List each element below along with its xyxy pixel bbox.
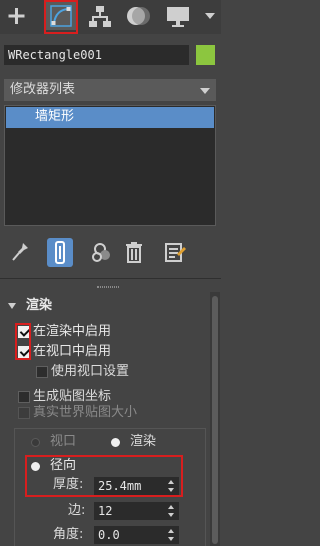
remove-modifier-icon xyxy=(126,242,142,263)
rollout-title: 渲染 xyxy=(26,298,53,313)
hierarchy-icon xyxy=(89,6,111,27)
scrollbar-thumb[interactable] xyxy=(212,296,218,544)
panel-divider xyxy=(0,278,221,279)
scrollbar-track[interactable] xyxy=(210,292,220,546)
show-end-result-icon xyxy=(55,241,65,264)
modifier-list-label: 修改器列表 xyxy=(10,82,76,97)
pin-stack-button[interactable] xyxy=(10,240,30,264)
modifier-stack-list[interactable]: 墙矩形 xyxy=(4,105,216,226)
more-chevron-icon xyxy=(205,13,215,19)
generate-mapping-coords-checkbox[interactable] xyxy=(18,391,30,403)
make-unique-button[interactable] xyxy=(90,240,114,264)
rollout-collapse-icon xyxy=(8,303,16,309)
enable-in-viewport-label: 在视口中启用 xyxy=(33,344,112,359)
remove-modifier-button[interactable] xyxy=(123,240,145,264)
real-world-map-size-checkbox[interactable] xyxy=(18,407,30,419)
generate-mapping-coords-label: 生成贴图坐标 xyxy=(33,389,112,404)
configure-modifier-sets-button[interactable] xyxy=(163,240,187,264)
stack-item-label: 墙矩形 xyxy=(35,109,75,124)
object-color-swatch[interactable] xyxy=(196,45,215,65)
use-viewport-settings-label: 使用视口设置 xyxy=(51,364,130,379)
create-tab[interactable] xyxy=(2,2,32,30)
stack-item-selected[interactable]: 墙矩形 xyxy=(6,107,214,128)
rendering-rollout-header[interactable]: 渲染 xyxy=(4,296,208,316)
pin-stack-icon xyxy=(12,243,28,261)
angle-spin-arrows[interactable] xyxy=(168,527,176,543)
use-viewport-settings-checkbox[interactable] xyxy=(36,366,48,378)
angle-spinner[interactable]: 0.0 xyxy=(94,526,179,544)
angle-value: 0.0 xyxy=(98,528,120,542)
sides-value: 12 xyxy=(98,504,113,518)
modifier-list-dropdown[interactable]: 修改器列表 xyxy=(4,79,216,101)
create-plus-icon xyxy=(8,8,25,24)
hierarchy-tab[interactable] xyxy=(85,2,115,30)
panel-grip[interactable] xyxy=(97,286,119,288)
angle-label: 角度: xyxy=(53,527,84,542)
mode-viewport-label: 视口 xyxy=(50,434,77,449)
motion-tab[interactable] xyxy=(123,2,153,30)
display-tab[interactable] xyxy=(163,2,193,30)
make-unique-icon xyxy=(92,243,110,262)
display-monitor-icon xyxy=(167,7,189,27)
radial-thickness-highlight xyxy=(25,455,183,497)
mode-render-label: 渲染 xyxy=(130,434,157,449)
mode-viewport-radio[interactable] xyxy=(31,438,40,447)
configure-modifier-sets-icon xyxy=(165,243,186,262)
object-name-text: WRectangle001 xyxy=(8,48,102,62)
show-end-result-button[interactable] xyxy=(47,238,73,267)
sides-spinner[interactable]: 12 xyxy=(94,502,179,520)
chevron-down-icon xyxy=(200,88,210,94)
motion-circle-icon xyxy=(127,7,150,25)
enable-checkboxes-highlight xyxy=(15,323,31,360)
object-name-field[interactable]: WRectangle001 xyxy=(4,45,189,65)
sides-spin-arrows[interactable] xyxy=(168,503,176,519)
sides-label: 边: xyxy=(68,503,86,518)
enable-in-renderer-label: 在渲染中启用 xyxy=(33,324,112,339)
mode-render-radio[interactable] xyxy=(111,438,120,447)
real-world-map-size-label: 真实世界贴图大小 xyxy=(33,405,138,420)
modify-tab-highlight xyxy=(44,0,78,34)
utilities-more-tab[interactable] xyxy=(201,2,219,30)
